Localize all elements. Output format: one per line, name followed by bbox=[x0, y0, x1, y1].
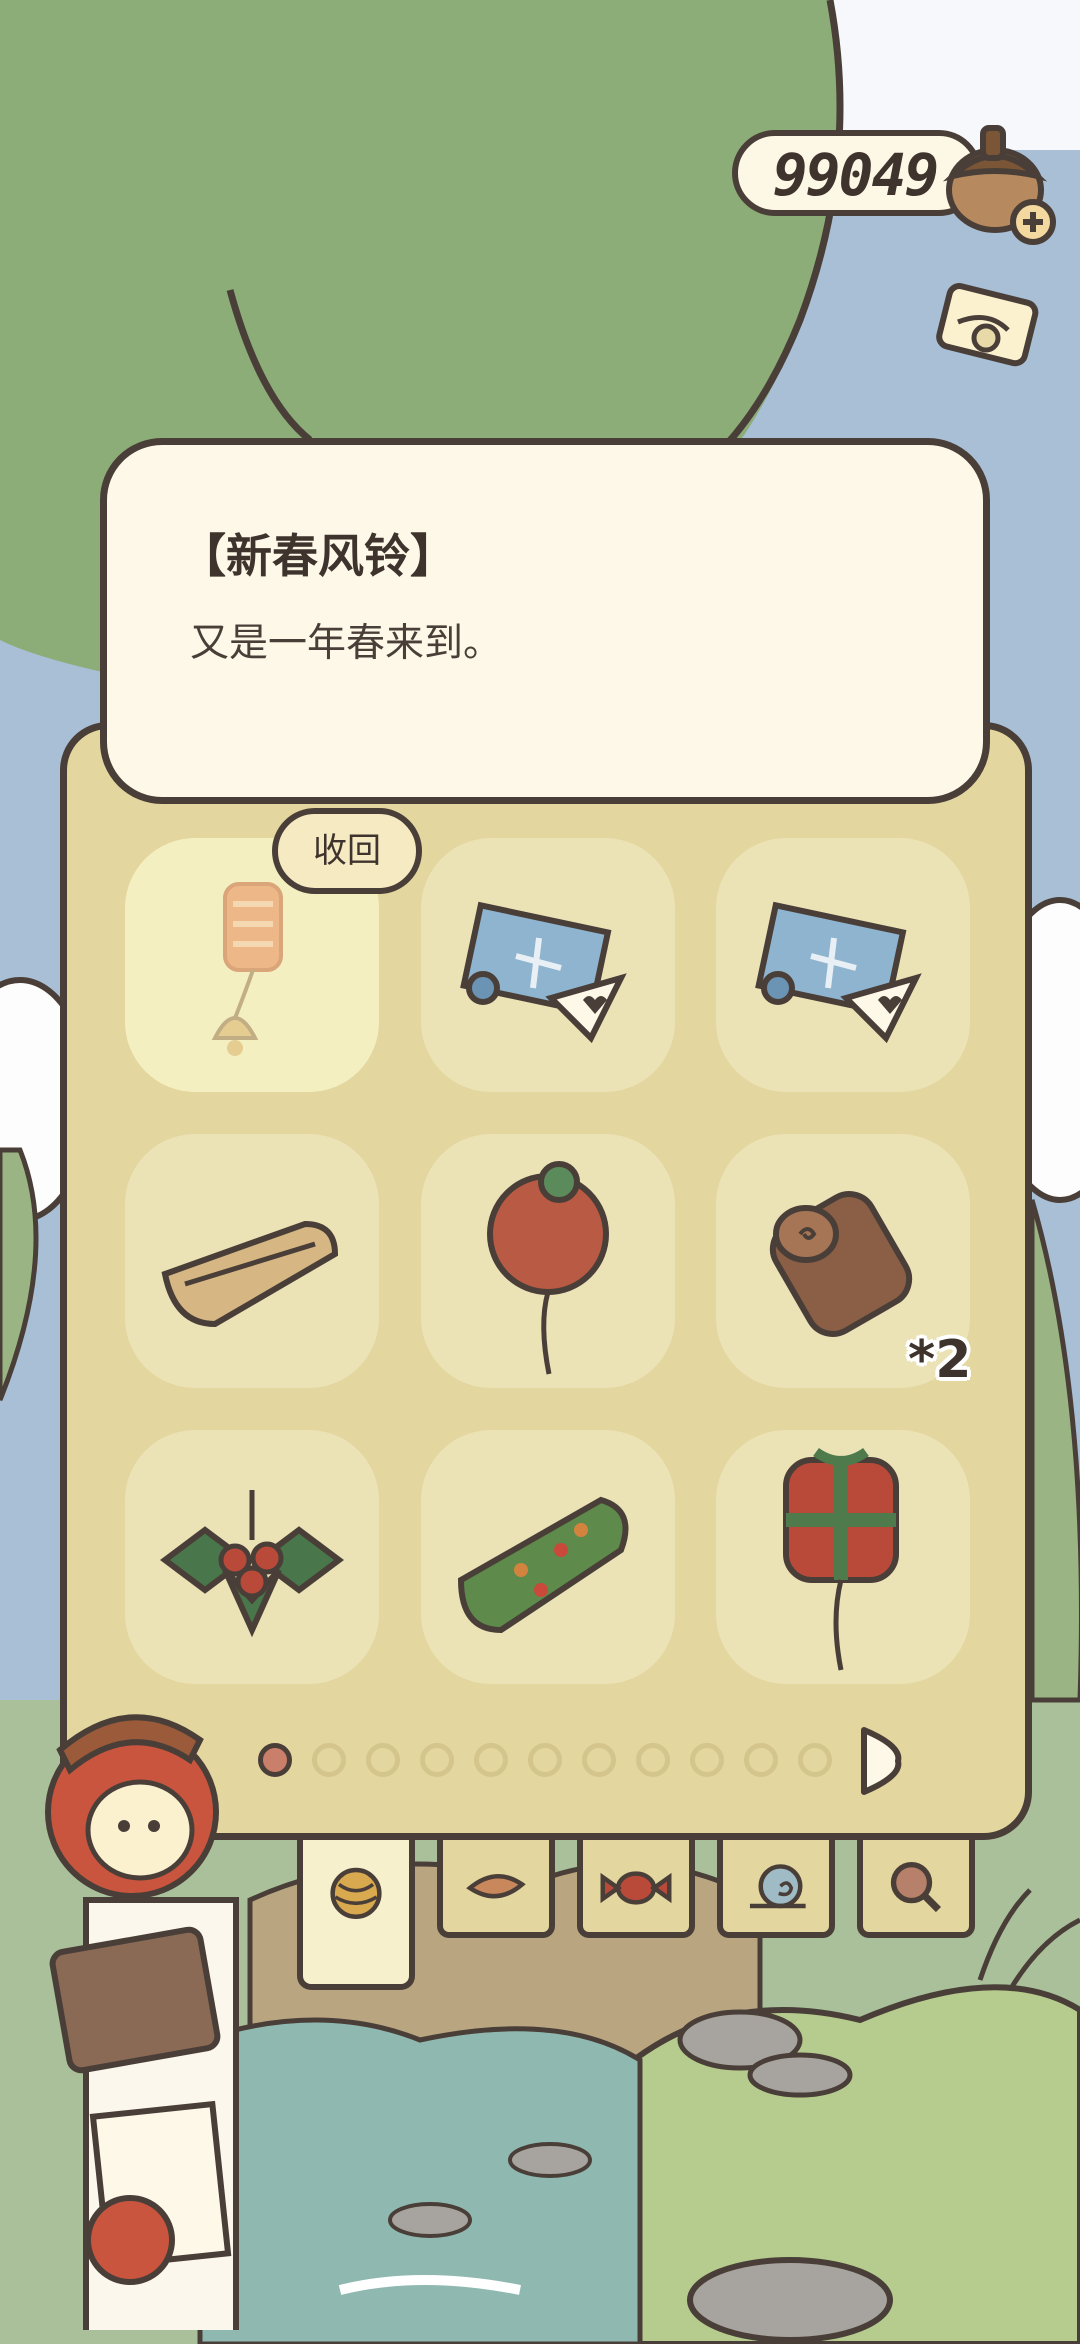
page-dot[interactable] bbox=[798, 1743, 832, 1777]
page-dot[interactable] bbox=[528, 1743, 562, 1777]
inventory-slot-balloon[interactable] bbox=[421, 1134, 675, 1388]
map-scroll-icon bbox=[755, 901, 922, 1044]
inventory-slot-blanket[interactable] bbox=[125, 1134, 379, 1388]
green-roll-cake-icon bbox=[457, 1496, 629, 1634]
clover-count: 99049 bbox=[772, 141, 940, 209]
item-quantity-badge: *2 bbox=[908, 1330, 972, 1390]
page-dot[interactable] bbox=[744, 1743, 778, 1777]
page-dot[interactable] bbox=[636, 1743, 670, 1777]
tab-search[interactable] bbox=[857, 1838, 975, 1938]
magnifier-icon bbox=[890, 1861, 941, 1913]
map-scroll-icon bbox=[460, 901, 627, 1044]
tab-yarn[interactable] bbox=[297, 1838, 415, 1990]
candy-icon bbox=[600, 1871, 672, 1905]
page-dot[interactable] bbox=[690, 1743, 724, 1777]
inventory-slot-roll-cake[interactable] bbox=[421, 1430, 675, 1684]
gift-box-balloon-icon bbox=[783, 1447, 899, 1671]
item-title: 【新春风铃】 bbox=[180, 529, 456, 583]
inventory-slot-gift-balloon[interactable] bbox=[716, 1430, 970, 1684]
recall-button[interactable]: 收回 bbox=[272, 808, 422, 894]
page-dot[interactable] bbox=[582, 1743, 616, 1777]
folded-blanket-icon bbox=[161, 1220, 339, 1328]
yarn-ball-icon bbox=[330, 1867, 382, 1919]
leaf-icon bbox=[466, 1874, 526, 1899]
page-dot[interactable] bbox=[366, 1743, 400, 1777]
page-dot[interactable] bbox=[258, 1743, 292, 1777]
tab-snail[interactable] bbox=[717, 1838, 835, 1938]
item-description: 又是一年春来到。 bbox=[190, 621, 503, 666]
page-dot[interactable] bbox=[474, 1743, 508, 1777]
tab-candy[interactable] bbox=[577, 1838, 695, 1938]
acorn-plus-icon[interactable] bbox=[935, 118, 1065, 248]
next-page-arrow-icon[interactable] bbox=[858, 1726, 904, 1796]
holly-berries-icon bbox=[160, 1490, 344, 1638]
postcard-icon[interactable] bbox=[928, 270, 1048, 390]
page-dot[interactable] bbox=[312, 1743, 346, 1777]
tab-leaf[interactable] bbox=[437, 1838, 555, 1938]
inventory-slot-map-scroll-2[interactable] bbox=[716, 838, 970, 1092]
page-dot[interactable] bbox=[420, 1743, 454, 1777]
side-items-stack bbox=[40, 1880, 240, 2343]
red-balloon-icon bbox=[487, 1161, 609, 1375]
inventory-slot-holly[interactable] bbox=[125, 1430, 379, 1684]
frog-character-icon[interactable] bbox=[40, 1700, 230, 1900]
inventory-slot-map-scroll[interactable] bbox=[421, 838, 675, 1092]
snail-shell-icon bbox=[749, 1864, 806, 1909]
